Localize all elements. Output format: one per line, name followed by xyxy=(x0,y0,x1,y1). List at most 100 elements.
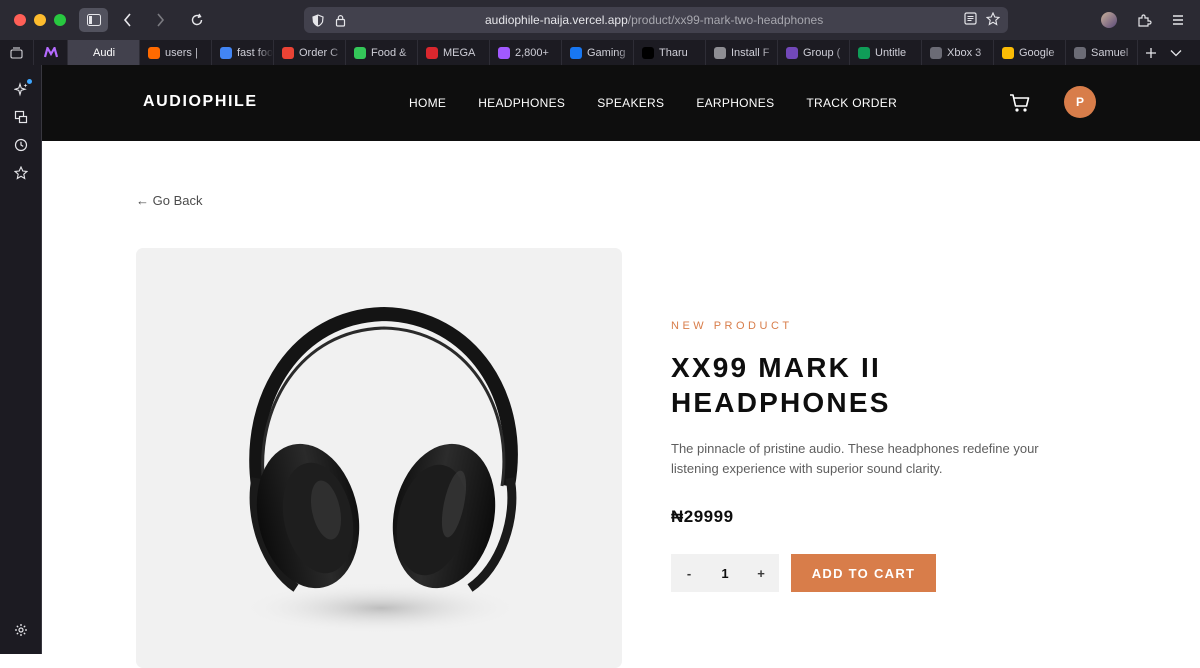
mega-favicon-icon xyxy=(426,46,438,59)
nav-link-home[interactable]: HOME xyxy=(409,96,446,110)
cart-icon xyxy=(1010,94,1030,112)
account-button[interactable] xyxy=(1098,9,1120,31)
nav-link-headphones[interactable]: HEADPHONES xyxy=(478,96,565,110)
browser-titlebar: audiophile-naija.vercel.app/product/xx99… xyxy=(0,0,1200,40)
puzzle-icon xyxy=(1137,13,1152,27)
maximize-window-button[interactable] xyxy=(54,14,66,26)
add-to-cart-button[interactable]: ADD TO CART xyxy=(791,554,936,592)
figma-favicon-icon xyxy=(498,46,510,59)
sidebar-icon xyxy=(86,14,101,26)
tab-label: 2,800+ xyxy=(515,46,549,59)
nav-link-earphones[interactable]: EARPHONES xyxy=(696,96,774,110)
controller-favicon-icon xyxy=(930,46,942,59)
browser-tab[interactable]: Gaming xyxy=(562,40,634,65)
quantity-value: 1 xyxy=(721,565,729,581)
bookmarks-star-icon[interactable] xyxy=(13,165,29,181)
reader-view-icon[interactable] xyxy=(964,12,977,28)
supabase-favicon-icon xyxy=(148,46,160,59)
forward-button[interactable] xyxy=(146,8,174,32)
browser-tab[interactable]: fast foo xyxy=(212,40,274,65)
google-favicon-icon xyxy=(220,46,232,59)
profile-avatar[interactable]: P xyxy=(1064,86,1096,118)
settings-gear-icon[interactable] xyxy=(13,622,29,638)
browser-tab[interactable]: Food & xyxy=(346,40,418,65)
history-clock-icon[interactable] xyxy=(13,137,29,153)
sheets-favicon-icon xyxy=(858,46,870,59)
reload-button[interactable] xyxy=(183,8,211,32)
cart-button[interactable] xyxy=(1008,92,1032,114)
chevron-right-icon xyxy=(157,13,165,27)
tab-label: Audi xyxy=(93,46,116,59)
tab-strip: Audi users | fast foo Order C Food & MEGA 2,8… xyxy=(0,40,1200,65)
quantity-stepper: - 1 + xyxy=(671,554,779,592)
tab-label: Tharu xyxy=(659,46,688,59)
headphones-image xyxy=(241,306,521,634)
minimize-window-button[interactable] xyxy=(34,14,46,26)
browser-tab[interactable]: Group ( xyxy=(778,40,850,65)
extensions-button[interactable] xyxy=(1133,9,1155,31)
go-back-link[interactable]: ← Go Back xyxy=(136,193,202,208)
browser-sidebar xyxy=(0,65,42,654)
product-title: XX99 MARK II HEADPHONES xyxy=(671,352,891,418)
product-price: ₦29999 xyxy=(671,507,734,526)
site-navbar: AUDIOPHILE HOME HEADPHONES SPEAKERS EARP… xyxy=(42,65,1200,141)
chevron-left-icon xyxy=(123,13,131,27)
ai-chatbot-icon[interactable] xyxy=(13,81,29,97)
notification-dot xyxy=(27,79,32,84)
reload-icon xyxy=(191,13,203,26)
food-app-favicon-icon xyxy=(354,46,366,59)
tab-label: MEGA xyxy=(443,46,476,59)
gmail-favicon-icon xyxy=(282,46,294,59)
audiophile-favicon-icon xyxy=(76,46,88,59)
x-favicon-icon xyxy=(642,46,654,59)
browser-tab[interactable]: Google xyxy=(994,40,1066,65)
browser-tab[interactable]: Install F xyxy=(706,40,778,65)
web-page: AUDIOPHILE HOME HEADPHONES SPEAKERS EARP… xyxy=(42,65,1200,668)
product-image xyxy=(136,248,622,668)
product-overline: NEW PRODUCT xyxy=(671,320,793,332)
close-window-button[interactable] xyxy=(14,14,26,26)
product-description: The pinnacle of pristine audio. These he… xyxy=(671,441,1039,476)
google-photos-favicon-icon xyxy=(1002,46,1014,59)
mastodon-logo-icon xyxy=(44,47,58,58)
nav-link-speakers[interactable]: SPEAKERS xyxy=(597,96,664,110)
browser-tab[interactable]: users | xyxy=(140,40,212,65)
decrement-button[interactable]: - xyxy=(683,566,695,581)
browser-tab[interactable]: Samuel xyxy=(1066,40,1138,65)
browser-tab[interactable]: Xbox 3 xyxy=(922,40,994,65)
site-logo[interactable]: AUDIOPHILE xyxy=(143,93,258,111)
browser-tab[interactable]: Order C xyxy=(274,40,346,65)
bookmark-star-icon[interactable] xyxy=(985,11,1001,29)
url-text[interactable]: audiophile-naija.vercel.app/product/xx99… xyxy=(485,13,823,27)
tracking-shield-icon[interactable] xyxy=(310,12,326,28)
lock-icon[interactable] xyxy=(332,12,348,28)
tab-overview-icon xyxy=(10,46,23,59)
globe-favicon-icon xyxy=(714,46,726,59)
tab-list-button[interactable] xyxy=(1164,40,1190,65)
browser-tab[interactable]: MEGA xyxy=(418,40,490,65)
nav-link-track-order[interactable]: TRACK ORDER xyxy=(806,96,897,110)
pinned-tab[interactable] xyxy=(34,40,68,65)
back-button[interactable] xyxy=(114,8,142,32)
forms-favicon-icon xyxy=(786,46,798,59)
hamburger-icon xyxy=(1173,15,1183,25)
tabs-list: Audi users | fast foo Order C Food & MEGA 2,8… xyxy=(68,40,1138,65)
address-bar[interactable]: audiophile-naija.vercel.app/product/xx99… xyxy=(304,7,1008,33)
browser-tab[interactable]: Audi xyxy=(68,40,140,65)
tab-label: users | xyxy=(165,46,198,59)
pin-favicon-icon xyxy=(1074,46,1086,59)
tab-label: Untitle xyxy=(875,46,907,59)
new-tab-button[interactable] xyxy=(1138,40,1164,65)
browser-tab[interactable]: Tharu xyxy=(634,40,706,65)
synced-tabs-icon[interactable] xyxy=(13,109,29,125)
browser-tab[interactable]: 2,800+ xyxy=(490,40,562,65)
window-controls xyxy=(14,14,66,26)
menu-button[interactable] xyxy=(1167,9,1189,31)
account-avatar-icon xyxy=(1101,12,1117,28)
browser-tab[interactable]: Untitle xyxy=(850,40,922,65)
sidebar-toggle-button[interactable] xyxy=(79,8,108,32)
tab-overview-button[interactable] xyxy=(0,40,34,65)
facebook-favicon-icon xyxy=(570,46,582,59)
chevron-down-icon xyxy=(1170,49,1182,56)
increment-button[interactable]: + xyxy=(755,566,767,581)
